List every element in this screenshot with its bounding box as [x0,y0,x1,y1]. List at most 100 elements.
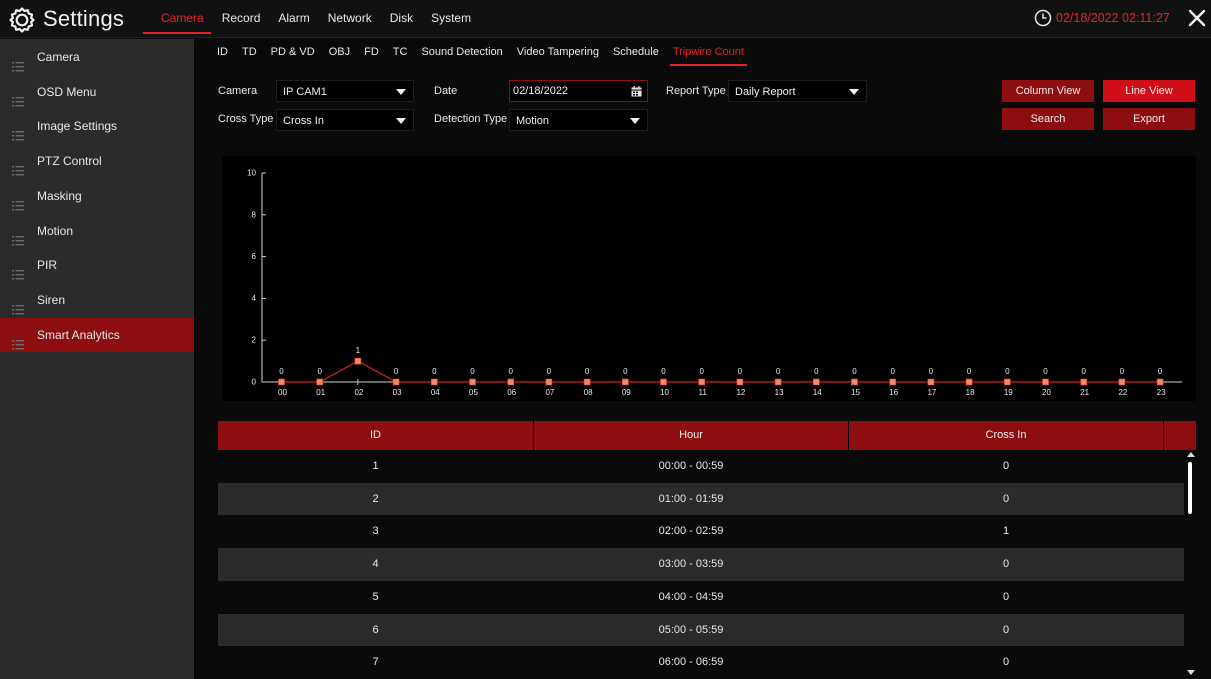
y-tick-label: 2 [252,336,257,345]
app-title: Settings [43,6,125,31]
x-tick-label: 21 [1080,388,1089,397]
table-row[interactable]: 1 00:00 - 00:59 0 [218,450,1184,483]
sidebar-item-label: Camera [37,50,80,64]
detection-type-select[interactable]: Motion [509,109,648,131]
data-point [583,378,591,386]
clock-icon [1034,9,1052,27]
data-point [469,378,476,386]
top-bar: Settings Camera Record Alarm Network Disk Sys… [0,0,1211,38]
data-point [1042,378,1049,386]
search-button[interactable]: Search [1002,108,1094,130]
date-field[interactable]: 02/18/2022 [509,80,648,102]
table-scrollbar[interactable] [1186,450,1196,679]
x-tick-label: 16 [889,388,898,397]
x-tick-label: 15 [851,388,860,397]
close-icon[interactable] [1185,6,1209,30]
cell-id: 2 [372,492,379,505]
tab-td[interactable]: TD [235,40,264,66]
cell-cross-in: 0 [1002,460,1010,472]
data-label: 0 [394,367,399,376]
sidebar-item-siren[interactable]: Siren [0,283,194,317]
tab-tripwire-count[interactable]: Tripwire Count [666,40,751,66]
table-row[interactable]: 5 04:00 - 04:59 0 [218,580,1184,614]
nav-disk[interactable]: Disk [381,0,422,38]
scroll-up-icon[interactable] [1187,452,1195,457]
scroll-down-icon[interactable] [1187,670,1195,675]
x-tick-label: 12 [736,388,745,397]
date-field-value: 02/18/2022 [513,85,569,97]
tab-obj[interactable]: OBJ [322,40,357,66]
data-label: 0 [929,367,934,376]
y-tick-label: 10 [247,169,256,178]
x-tick-label: 18 [966,388,975,397]
cell-hour: 00:00 - 00:59 [658,460,724,472]
report-type-select[interactable]: Daily Report [728,80,867,102]
detection-type-label: Detection Type [434,113,508,125]
table-row[interactable]: 3 02:00 - 02:59 1 [218,515,1184,549]
cell-hour: 06:00 - 06:59 [658,656,724,669]
data-label: 0 [1120,367,1125,376]
x-tick-label: 23 [1157,388,1166,397]
cell-hour: 05:00 - 05:59 [658,623,724,636]
tab-pd-vd[interactable]: PD & VD [264,40,322,66]
nav-system[interactable]: System [422,0,480,38]
tab-schedule[interactable]: Schedule [606,40,666,66]
sidebar-item-smart-analytics[interactable]: Smart Analytics [0,317,194,352]
chevron-down-icon [630,118,640,124]
nav-alarm[interactable]: Alarm [269,0,318,38]
column-header-hour: Hour [679,429,703,441]
table-header: ID Hour Cross In [218,421,1196,450]
nav-network[interactable]: Network [319,0,381,38]
sidebar-item-osd-menu[interactable]: OSD Menu [0,75,194,109]
data-label: 0 [1005,367,1010,376]
x-tick-label: 19 [1004,388,1013,397]
data-point [1080,378,1088,386]
sidebar-item-ptz-control[interactable]: PTZ Control [0,144,194,178]
table-row[interactable]: 2 01:00 - 01:59 0 [218,482,1184,516]
nav-record[interactable]: Record [213,0,270,38]
data-label: 0 [661,367,666,376]
data-point [278,378,285,386]
data-label: 0 [814,367,819,376]
scrollbar-thumb[interactable] [1188,462,1192,514]
sidebar-item-camera[interactable]: Camera [0,40,194,74]
clock: 02/18/2022 02:11:27 [1034,9,1170,27]
calendar-icon[interactable] [631,86,642,97]
table-row[interactable]: 6 05:00 - 05:59 0 [218,613,1184,647]
x-tick-label: 03 [393,388,402,397]
export-button[interactable]: Export [1103,108,1195,130]
detection-type-select-value: Motion [516,115,550,127]
sidebar-item-motion[interactable]: Motion [0,214,194,248]
sidebar-item-label: Image Settings [37,119,118,134]
cross-type-select[interactable]: Cross In [276,109,414,131]
clock-datetime: 02/18/2022 02:11:27 [1056,11,1170,25]
column-view-button[interactable]: Column View [1002,80,1094,102]
nav-camera[interactable]: Camera [143,0,213,38]
table-row[interactable]: 4 03:00 - 03:59 0 [218,548,1184,582]
cell-id: 7 [372,656,379,669]
tab-video-tampering[interactable]: Video Tampering [510,40,606,66]
data-point [812,378,820,386]
y-tick-label: 6 [252,252,257,261]
tab-sound-detection[interactable]: Sound Detection [414,40,509,66]
camera-select[interactable]: IP CAM1 [276,80,414,102]
tab-fd[interactable]: FD [357,40,386,66]
top-navigation: Camera Record Alarm Network Disk System [143,0,480,38]
cross-type-select-value: Cross In [283,115,324,127]
cell-cross-in: 0 [1002,590,1010,603]
sidebar-item-masking[interactable]: Masking [0,179,194,213]
cell-hour: 03:00 - 03:59 [658,558,724,571]
x-tick-label: 07 [545,388,554,397]
sidebar-item-image-settings[interactable]: Image Settings [0,109,194,143]
table-row[interactable]: 7 06:00 - 06:59 0 [218,646,1184,679]
x-tick-label: 17 [927,388,936,397]
data-label: 0 [470,367,475,376]
tab-id[interactable]: ID [210,40,235,66]
list-icon [12,87,24,107]
x-tick-label: 08 [584,388,593,397]
line-view-button[interactable]: Line View [1103,80,1195,102]
data-label: 0 [585,367,590,376]
sidebar-item-pir[interactable]: PIR [0,248,194,282]
data-point [927,378,935,386]
tab-tc[interactable]: TC [386,40,415,66]
